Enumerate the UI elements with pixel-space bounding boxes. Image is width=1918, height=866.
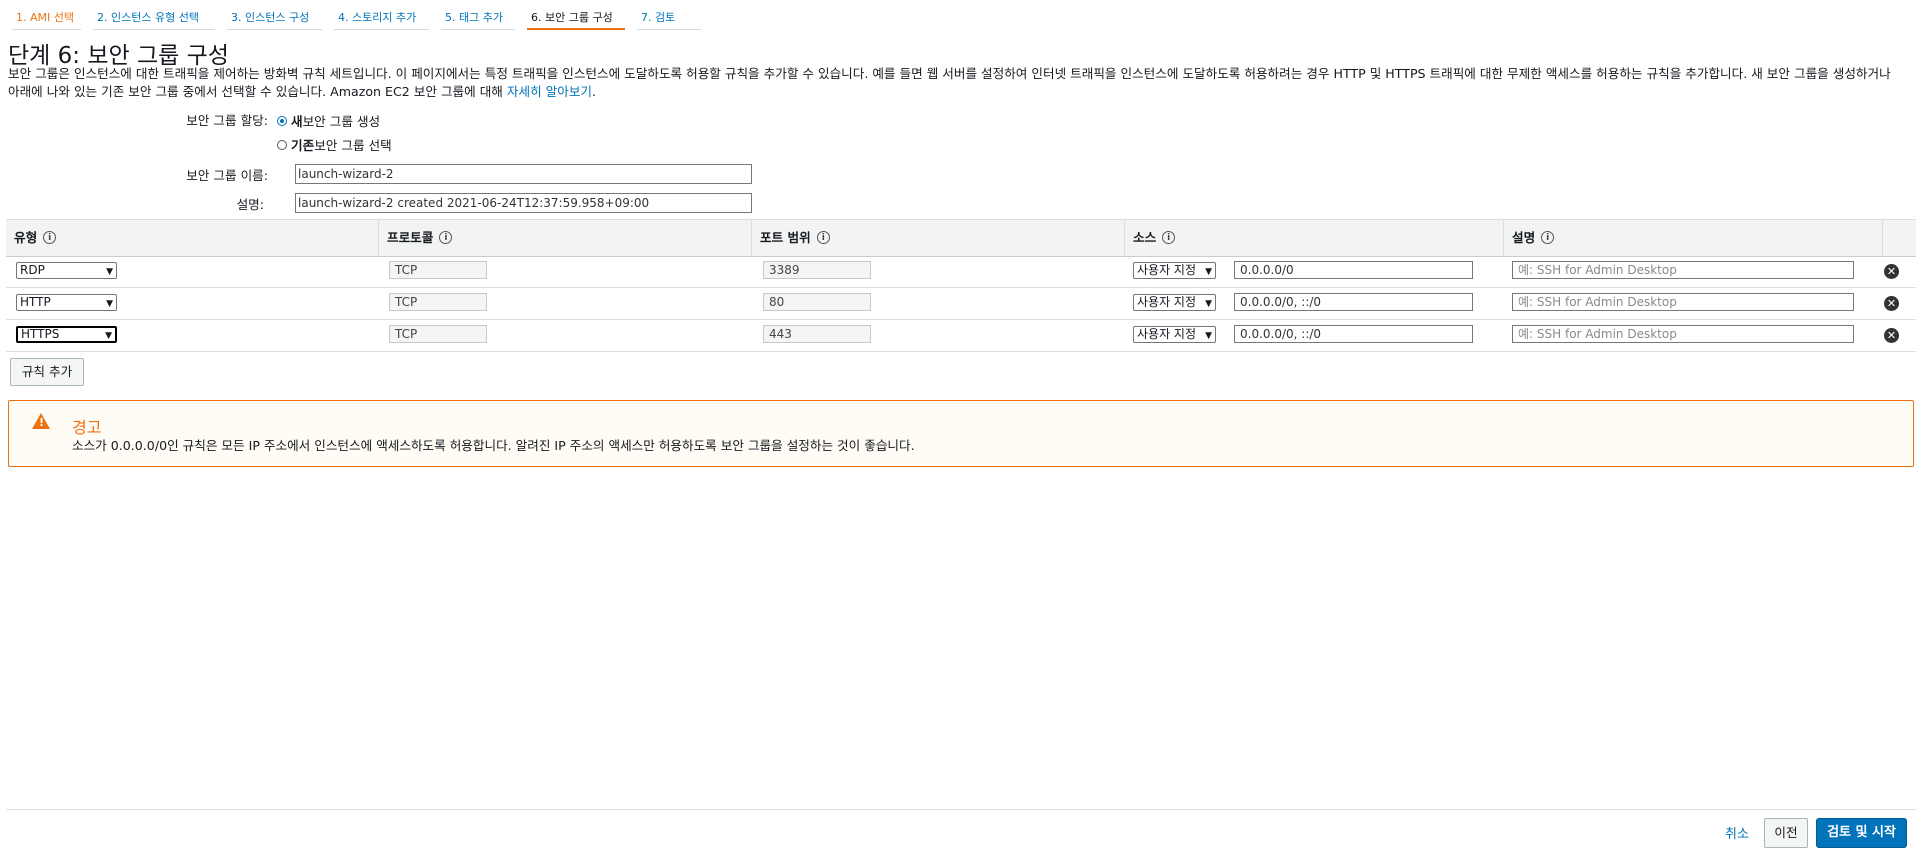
review-and-launch-button[interactable]: 검토 및 시작 <box>1816 818 1907 848</box>
radio-new-label: 보안 그룹 생성 <box>302 114 381 129</box>
type-select-value: RDP <box>20 263 45 277</box>
step-add-storage[interactable]: 4. 스토리지 추가 <box>328 0 435 30</box>
type-select[interactable]: HTTPS ▼ <box>16 326 117 343</box>
radio-new-bold: 새 <box>291 114 303 129</box>
col-source: 소스 i <box>1125 220 1504 256</box>
port-field: 443 <box>763 325 871 343</box>
port-field: 3389 <box>763 261 871 279</box>
col-source-label: 소스 <box>1133 230 1157 245</box>
info-icon[interactable]: i <box>1541 231 1555 244</box>
source-type-select[interactable]: 사용자 지정 ▼ <box>1133 294 1216 311</box>
col-port-label: 포트 범위 <box>760 230 811 245</box>
warning-box: ! 경고 소스가 0.0.0.0/0인 규칙은 모든 IP 주소에서 인스턴스에… <box>8 400 1914 467</box>
chevron-down-icon: ▼ <box>105 331 112 341</box>
rule-description-input[interactable]: 예: SSH for Admin Desktop <box>1512 293 1854 311</box>
step-ami[interactable]: 1. AMI 선택 <box>6 0 87 30</box>
info-icon[interactable]: i <box>439 231 453 244</box>
radio-existing-bold: 기존 <box>291 138 315 153</box>
rules-table-header: 유형 i 프로토콜 i 포트 범위 i 소스 i 설명 i <box>6 219 1916 257</box>
cancel-link[interactable]: 취소 <box>1725 823 1749 842</box>
col-type-label: 유형 <box>14 230 38 245</box>
radio-existing-icon[interactable] <box>277 139 287 150</box>
type-select[interactable]: HTTP ▼ <box>16 294 117 311</box>
chevron-down-icon: ▼ <box>106 299 113 309</box>
radio-existing-label: 보안 그룹 선택 <box>314 138 392 153</box>
source-cidr-input[interactable]: 0.0.0.0/0, ::/0 <box>1234 325 1473 343</box>
chevron-down-icon: ▼ <box>1205 265 1212 278</box>
remove-rule-icon[interactable]: ✕ <box>1884 296 1899 311</box>
chevron-down-icon: ▼ <box>1205 329 1212 342</box>
remove-rule-icon[interactable]: ✕ <box>1884 328 1899 343</box>
info-icon[interactable]: i <box>43 231 57 244</box>
col-description: 설명 i <box>1504 220 1883 256</box>
type-select-value: HTTPS <box>21 327 60 341</box>
add-rule-button[interactable]: 규칙 추가 <box>10 358 84 386</box>
warning-icon: ! <box>32 413 50 429</box>
protocol-field: TCP <box>389 261 487 279</box>
chevron-down-icon: ▼ <box>106 267 113 277</box>
source-type-select[interactable]: 사용자 지정 ▼ <box>1133 326 1216 343</box>
protocol-field: TCP <box>389 293 487 311</box>
remove-rule-icon[interactable]: ✕ <box>1884 264 1899 279</box>
step-review[interactable]: 7. 검토 <box>631 0 707 30</box>
source-type-value: 사용자 지정 <box>1137 263 1197 277</box>
info-icon[interactable]: i <box>816 231 830 244</box>
description-text: 보안 그룹은 인스턴스에 대한 트래픽을 제어하는 방화벽 규칙 세트입니다. … <box>8 66 1891 99</box>
radio-existing-group[interactable]: 기존 보안 그룹 선택 <box>277 135 392 154</box>
col-type: 유형 i <box>6 220 379 256</box>
type-select-value: HTTP <box>20 295 51 309</box>
group-name-label: 보안 그룹 이름: <box>186 168 268 183</box>
step-security-group[interactable]: 6. 보안 그룹 구성 <box>521 0 631 30</box>
chevron-down-icon: ▼ <box>1205 297 1212 310</box>
protocol-field: TCP <box>389 325 487 343</box>
source-type-select[interactable]: 사용자 지정 ▼ <box>1133 262 1216 279</box>
radio-new-icon[interactable] <box>277 115 287 126</box>
step-add-tags[interactable]: 5. 태그 추가 <box>435 0 521 30</box>
wizard-steps: 1. AMI 선택 2. 인스턴스 유형 선택 3. 인스턴스 구성 4. 스토… <box>6 0 707 30</box>
rule-description-input[interactable]: 예: SSH for Admin Desktop <box>1512 325 1854 343</box>
type-select[interactable]: RDP ▼ <box>16 262 117 279</box>
page-description: 보안 그룹은 인스턴스에 대한 트래픽을 제어하는 방화벽 규칙 세트입니다. … <box>8 65 1906 101</box>
source-cidr-input[interactable]: 0.0.0.0/0, ::/0 <box>1234 293 1473 311</box>
group-desc-input[interactable]: launch-wizard-2 created 2021-06-24T12:37… <box>295 193 752 213</box>
group-desc-label: 설명: <box>236 197 264 212</box>
info-icon[interactable]: i <box>1162 231 1176 244</box>
table-row: RDP ▼ TCP 3389 사용자 지정 ▼ 0.0.0.0/0 예: SSH f… <box>6 256 1916 288</box>
step-configure-instance[interactable]: 3. 인스턴스 구성 <box>221 0 328 30</box>
description-period: . <box>592 84 597 99</box>
step-instance-type[interactable]: 2. 인스턴스 유형 선택 <box>87 0 221 30</box>
table-row: HTTPS ▼ TCP 443 사용자 지정 ▼ 0.0.0.0/0, ::/0 예… <box>6 320 1916 352</box>
assign-group-label: 보안 그룹 할당: <box>186 113 268 128</box>
previous-button[interactable]: 이전 <box>1764 818 1808 848</box>
warning-text: 소스가 0.0.0.0/0인 규칙은 모든 IP 주소에서 인스턴스에 액세스하… <box>72 438 915 453</box>
col-port-range: 포트 범위 i <box>752 220 1125 256</box>
rule-description-input[interactable]: 예: SSH for Admin Desktop <box>1512 261 1854 279</box>
col-protocol-label: 프로토콜 <box>387 230 434 245</box>
source-cidr-input[interactable]: 0.0.0.0/0 <box>1234 261 1473 279</box>
col-desc-label: 설명 <box>1512 230 1536 245</box>
radio-new-group[interactable]: 새 보안 그룹 생성 <box>277 111 380 130</box>
table-row: HTTP ▼ TCP 80 사용자 지정 ▼ 0.0.0.0/0, ::/0 예: … <box>6 288 1916 320</box>
source-type-value: 사용자 지정 <box>1137 327 1197 341</box>
footer-divider <box>6 809 1916 810</box>
group-name-input[interactable]: launch-wizard-2 <box>295 164 752 184</box>
port-field: 80 <box>763 293 871 311</box>
col-protocol: 프로토콜 i <box>379 220 752 256</box>
source-type-value: 사용자 지정 <box>1137 295 1197 309</box>
learn-more-link[interactable]: 자세히 알아보기 <box>507 84 592 99</box>
